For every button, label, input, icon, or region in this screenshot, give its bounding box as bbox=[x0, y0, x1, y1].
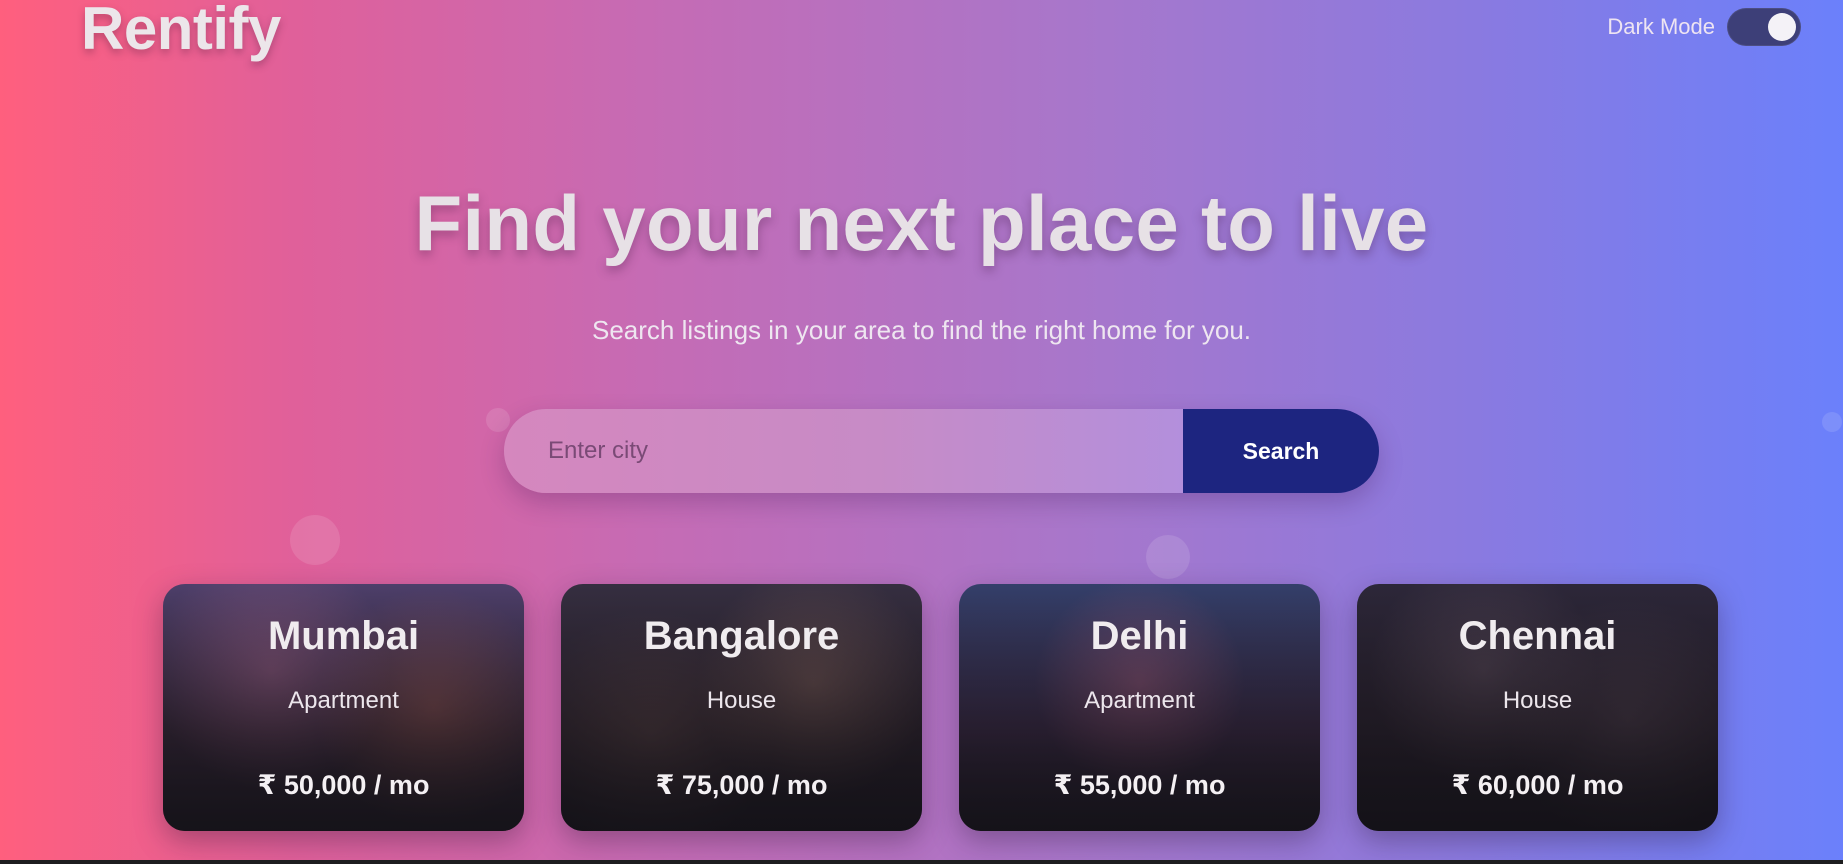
dark-mode-control[interactable]: Dark Mode bbox=[1607, 8, 1801, 46]
city-search-input[interactable] bbox=[504, 409, 1183, 493]
logo[interactable]: Rentify bbox=[81, 0, 281, 63]
card-property-type: Apartment bbox=[1084, 687, 1195, 714]
card-content: Bangalore House bbox=[561, 614, 922, 715]
bottom-strip bbox=[0, 860, 1843, 864]
card-property-type: Apartment bbox=[288, 687, 399, 714]
background-bubble bbox=[486, 408, 510, 432]
card-price: ₹ 75,000 / mo bbox=[655, 770, 828, 800]
listing-card-mumbai[interactable]: Mumbai Apartment ₹ 50,000 / mo bbox=[163, 584, 524, 831]
card-property-type: House bbox=[706, 687, 777, 714]
listing-cards: Mumbai Apartment ₹ 50,000 / mo Bangalore… bbox=[163, 584, 1718, 831]
search-button[interactable]: Search bbox=[1183, 409, 1379, 493]
background-bubble bbox=[1146, 535, 1190, 579]
card-city: Chennai bbox=[1458, 614, 1617, 658]
dark-mode-toggle[interactable] bbox=[1727, 8, 1801, 46]
listing-card-chennai[interactable]: Chennai House ₹ 60,000 / mo bbox=[1357, 584, 1718, 831]
card-property-type: House bbox=[1502, 687, 1573, 714]
card-content: Chennai House bbox=[1357, 614, 1718, 715]
card-city: Mumbai bbox=[267, 614, 420, 658]
listing-card-bangalore[interactable]: Bangalore House ₹ 75,000 / mo bbox=[561, 584, 922, 831]
card-content: Mumbai Apartment bbox=[163, 614, 524, 715]
card-city: Bangalore bbox=[643, 614, 840, 658]
hero-title: Find your next place to live bbox=[414, 179, 1429, 267]
dark-mode-label: Dark Mode bbox=[1607, 14, 1715, 39]
card-price: ₹ 50,000 / mo bbox=[257, 770, 430, 800]
background-bubble bbox=[290, 515, 340, 565]
card-city: Delhi bbox=[1090, 614, 1189, 658]
card-content: Delhi Apartment bbox=[959, 614, 1320, 715]
search-bar: Search bbox=[504, 409, 1379, 493]
toggle-knob bbox=[1768, 13, 1796, 41]
background-bubble bbox=[1822, 412, 1842, 432]
hero-subtitle: Search listings in your area to find the… bbox=[591, 315, 1251, 345]
listing-card-delhi[interactable]: Delhi Apartment ₹ 55,000 / mo bbox=[959, 584, 1320, 831]
card-price: ₹ 55,000 / mo bbox=[1053, 770, 1226, 800]
card-price: ₹ 60,000 / mo bbox=[1451, 770, 1624, 800]
